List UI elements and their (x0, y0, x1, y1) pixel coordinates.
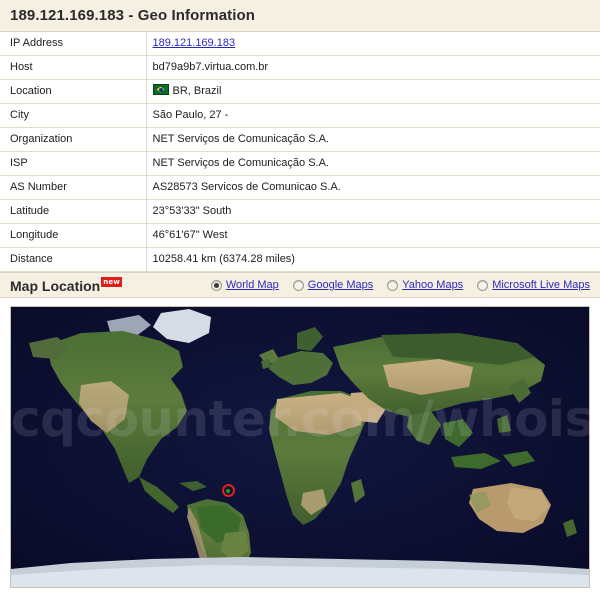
map-option-label[interactable]: Google Maps (308, 279, 373, 291)
row-label: Longitude (0, 223, 147, 248)
row-label: AS Number (0, 175, 147, 200)
row-value: bd79a9b7.virtua.com.br (146, 55, 600, 80)
row-label: IP Address (0, 32, 147, 56)
new-badge: new (101, 276, 123, 287)
geo-information-page: 189.121.169.183 - Geo Information IP Add… (0, 0, 600, 598)
row-value: 10258.41 km (6374.28 miles) (146, 247, 600, 272)
geo-info-table: IP Address 189.121.169.183 Host bd79a9b7.vi… (0, 32, 600, 272)
radio-button[interactable] (292, 279, 304, 291)
table-row: IP Address 189.121.169.183 (0, 32, 600, 56)
row-label: Location (0, 79, 147, 104)
row-value: NET Serviços de Comunicação S.A. (146, 151, 600, 176)
map-option-label[interactable]: Microsoft Live Maps (492, 279, 590, 291)
map-option-label[interactable]: World Map (226, 279, 279, 291)
table-row: Distance 10258.41 km (6374.28 miles) (0, 247, 600, 272)
table-row: Host bd79a9b7.virtua.com.br (0, 55, 600, 80)
map-option-label[interactable]: Yahoo Maps (402, 279, 463, 291)
row-value: NET Serviços de Comunicação S.A. (146, 127, 600, 152)
map-location-header: Map Location new World Map Google Maps Yaho… (0, 272, 600, 298)
table-row: ISP NET Serviços de Comunicação S.A. (0, 151, 600, 176)
table-row: Location BR, Brazil (0, 79, 600, 104)
geo-info-table-body: IP Address 189.121.169.183 Host bd79a9b7.vi… (0, 32, 600, 272)
map-location-title-text: Map Location (10, 277, 101, 294)
row-value: 23°53'33" South (146, 199, 600, 224)
row-label: Latitude (0, 199, 147, 224)
table-row: Organization NET Serviços de Comunicação … (0, 127, 600, 152)
map-provider-options: World Map Google Maps Yahoo Maps Microsoft … (197, 279, 590, 291)
table-row: City São Paulo, 27 - (0, 103, 600, 128)
world-map[interactable]: cqcounter.com/whois (10, 306, 590, 588)
map-option-yahoo-maps[interactable]: Yahoo Maps (387, 279, 463, 291)
row-label: Host (0, 55, 147, 80)
radio-button[interactable] (210, 279, 222, 291)
row-value: São Paulo, 27 - (146, 103, 600, 128)
map-option-world-map[interactable]: World Map (210, 279, 279, 291)
radio-button[interactable] (387, 279, 399, 291)
radio-button[interactable] (477, 279, 489, 291)
map-option-microsoft-live-maps[interactable]: Microsoft Live Maps (477, 279, 590, 291)
row-value: 46°61'67" West (146, 223, 600, 248)
map-option-google-maps[interactable]: Google Maps (292, 279, 373, 291)
page-title: 189.121.169.183 - Geo Information (10, 7, 256, 24)
row-label: Distance (0, 247, 147, 272)
row-label: City (0, 103, 147, 128)
row-value: BR, Brazil (146, 79, 600, 104)
page-title-bar: 189.121.169.183 - Geo Information (0, 0, 600, 32)
table-row: AS Number AS28573 Servicos de Comunicao S… (0, 175, 600, 200)
table-row: Longitude 46°61'67" West (0, 223, 600, 248)
row-value: AS28573 Servicos de Comunicao S.A. (146, 175, 600, 200)
location-text: BR, Brazil (172, 85, 222, 97)
map-container: cqcounter.com/whois (0, 298, 600, 598)
row-value: 189.121.169.183 (146, 32, 600, 56)
brazil-flag-icon (152, 84, 169, 95)
ip-address-link[interactable]: 189.121.169.183 (153, 37, 236, 49)
world-map-image (11, 307, 589, 587)
row-label: Organization (0, 127, 147, 152)
table-row: Latitude 23°53'33" South (0, 199, 600, 224)
row-label: ISP (0, 151, 147, 176)
map-location-title: Map Location new (10, 276, 123, 294)
